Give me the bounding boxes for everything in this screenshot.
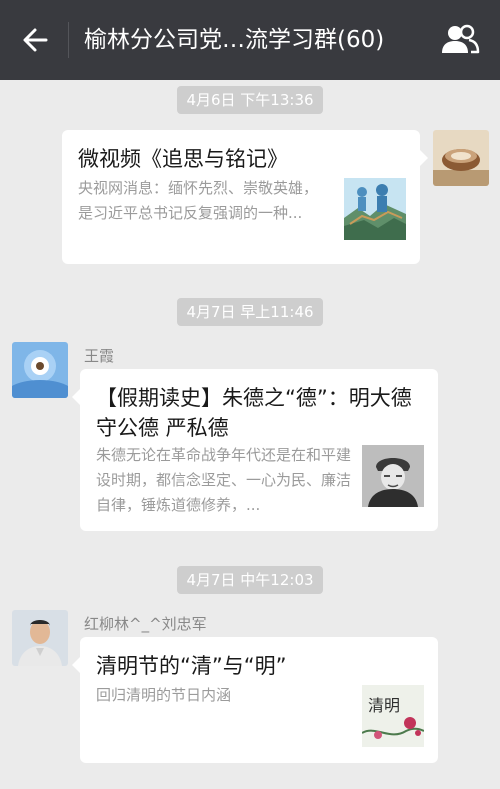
bubble-tail	[72, 657, 80, 673]
thumbnail-caption: 清明	[368, 696, 400, 715]
self-avatar[interactable]	[433, 130, 489, 186]
group-members-icon	[442, 24, 480, 54]
shared-article-card[interactable]: 清明节的“清”与“明” 回归清明的节日内涵 清明	[72, 637, 438, 763]
timestamp: 4月7日 早上11:46	[177, 298, 323, 326]
back-button[interactable]	[18, 22, 54, 58]
article-description: 央视网消息：缅怀先烈、崇敬英雄，是习近平总书记反复强调的一种...	[78, 179, 319, 222]
article-title: 清明节的“清”与“明”	[96, 654, 287, 678]
back-arrow-icon	[23, 28, 48, 52]
sender-avatar[interactable]	[12, 342, 68, 398]
timestamp: 4月7日 中午12:03	[177, 566, 323, 594]
shared-article-card[interactable]: 【假期读史】朱德之“德”：明大德 守公德 严私德 朱德无论在革命战争年代还是在和…	[72, 369, 438, 531]
timestamp: 4月6日 下午13:36	[177, 86, 323, 114]
sender-name: 红柳林^_^刘忠军	[84, 615, 207, 633]
article-title: 【假期读史】朱德之“德”：明大德 守公德 严私德	[96, 386, 412, 440]
article-thumbnail: 清明	[362, 685, 424, 747]
bubble-tail	[72, 389, 80, 405]
article-thumbnail	[362, 445, 424, 507]
article-description: 回归清明的节日内涵	[96, 686, 232, 704]
chat-title: 榆林分公司党…流学习群(60)	[84, 27, 385, 53]
shared-article-card[interactable]: 微视频《追思与铭记》 央视网消息：缅怀先烈、崇敬英雄，是习近平总书记反复强调的一…	[62, 130, 428, 264]
top-bar: 榆林分公司党…流学习群(60)	[0, 0, 500, 80]
article-thumbnail	[344, 178, 406, 240]
sender-name: 王霞	[84, 347, 115, 365]
topbar-divider	[68, 22, 69, 58]
sender-avatar[interactable]	[12, 610, 68, 666]
bubble-tail	[420, 150, 428, 166]
article-title: 微视频《追思与铭记》	[78, 147, 288, 171]
group-members-button[interactable]	[440, 22, 480, 58]
article-description: 朱德无论在革命战争年代还是在和平建设时期，都信念坚定、一心为民、廉洁自律，锤炼道…	[96, 446, 352, 514]
